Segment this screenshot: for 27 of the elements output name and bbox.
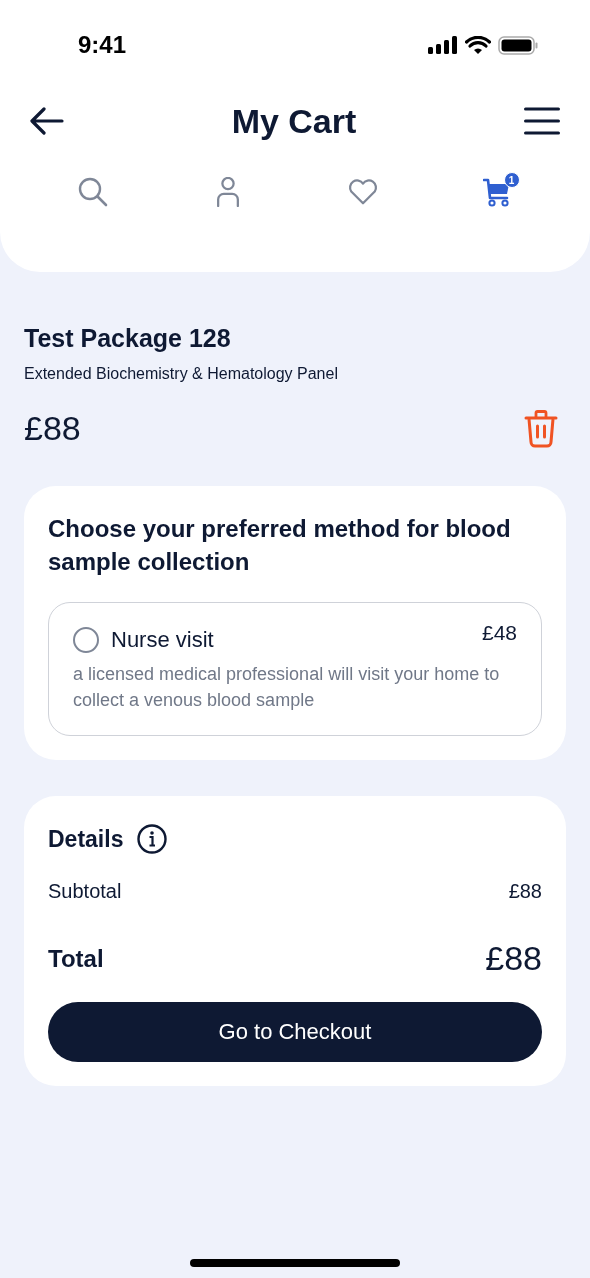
search-icon [77, 177, 108, 207]
total-value: £88 [485, 939, 542, 978]
cart-count-badge: 1 [503, 172, 520, 188]
product-description: Extended Biochemistry & Hematology Panel [24, 365, 339, 383]
checkout-button[interactable]: Go to Checkout [48, 1002, 542, 1062]
collection-option[interactable]: Nurse visit £48 a licensed medical professional will visit your home to collect a venous blood sample [48, 602, 542, 736]
battery-icon [498, 35, 538, 55]
details-heading: Details [48, 825, 124, 853]
product-name: Test Package 128 [24, 324, 232, 353]
heart-icon [347, 177, 378, 207]
product-price: £88 [24, 409, 81, 448]
page-title: My Cart [231, 101, 357, 141]
back-arrow-icon[interactable] [30, 107, 64, 135]
radio-button[interactable] [73, 627, 99, 653]
option-label: Nurse visit [111, 627, 215, 653]
subtotal-label: Subtotal [48, 880, 122, 903]
option-description: a licensed medical professional will visit your home to collect a venous blood sample [73, 663, 501, 712]
menu-icon[interactable] [524, 107, 560, 135]
wifi-icon [465, 35, 491, 55]
total-label: Total [48, 944, 104, 973]
info-icon[interactable] [137, 824, 168, 854]
trash-icon[interactable] [524, 409, 558, 448]
status-time: 9:41 [78, 31, 127, 59]
collection-heading: Choose your preferred method for blood sample collection [48, 514, 512, 577]
option-price: £48 [481, 621, 517, 645]
subtotal-value: £88 [508, 880, 542, 903]
signal-icon [428, 36, 458, 54]
